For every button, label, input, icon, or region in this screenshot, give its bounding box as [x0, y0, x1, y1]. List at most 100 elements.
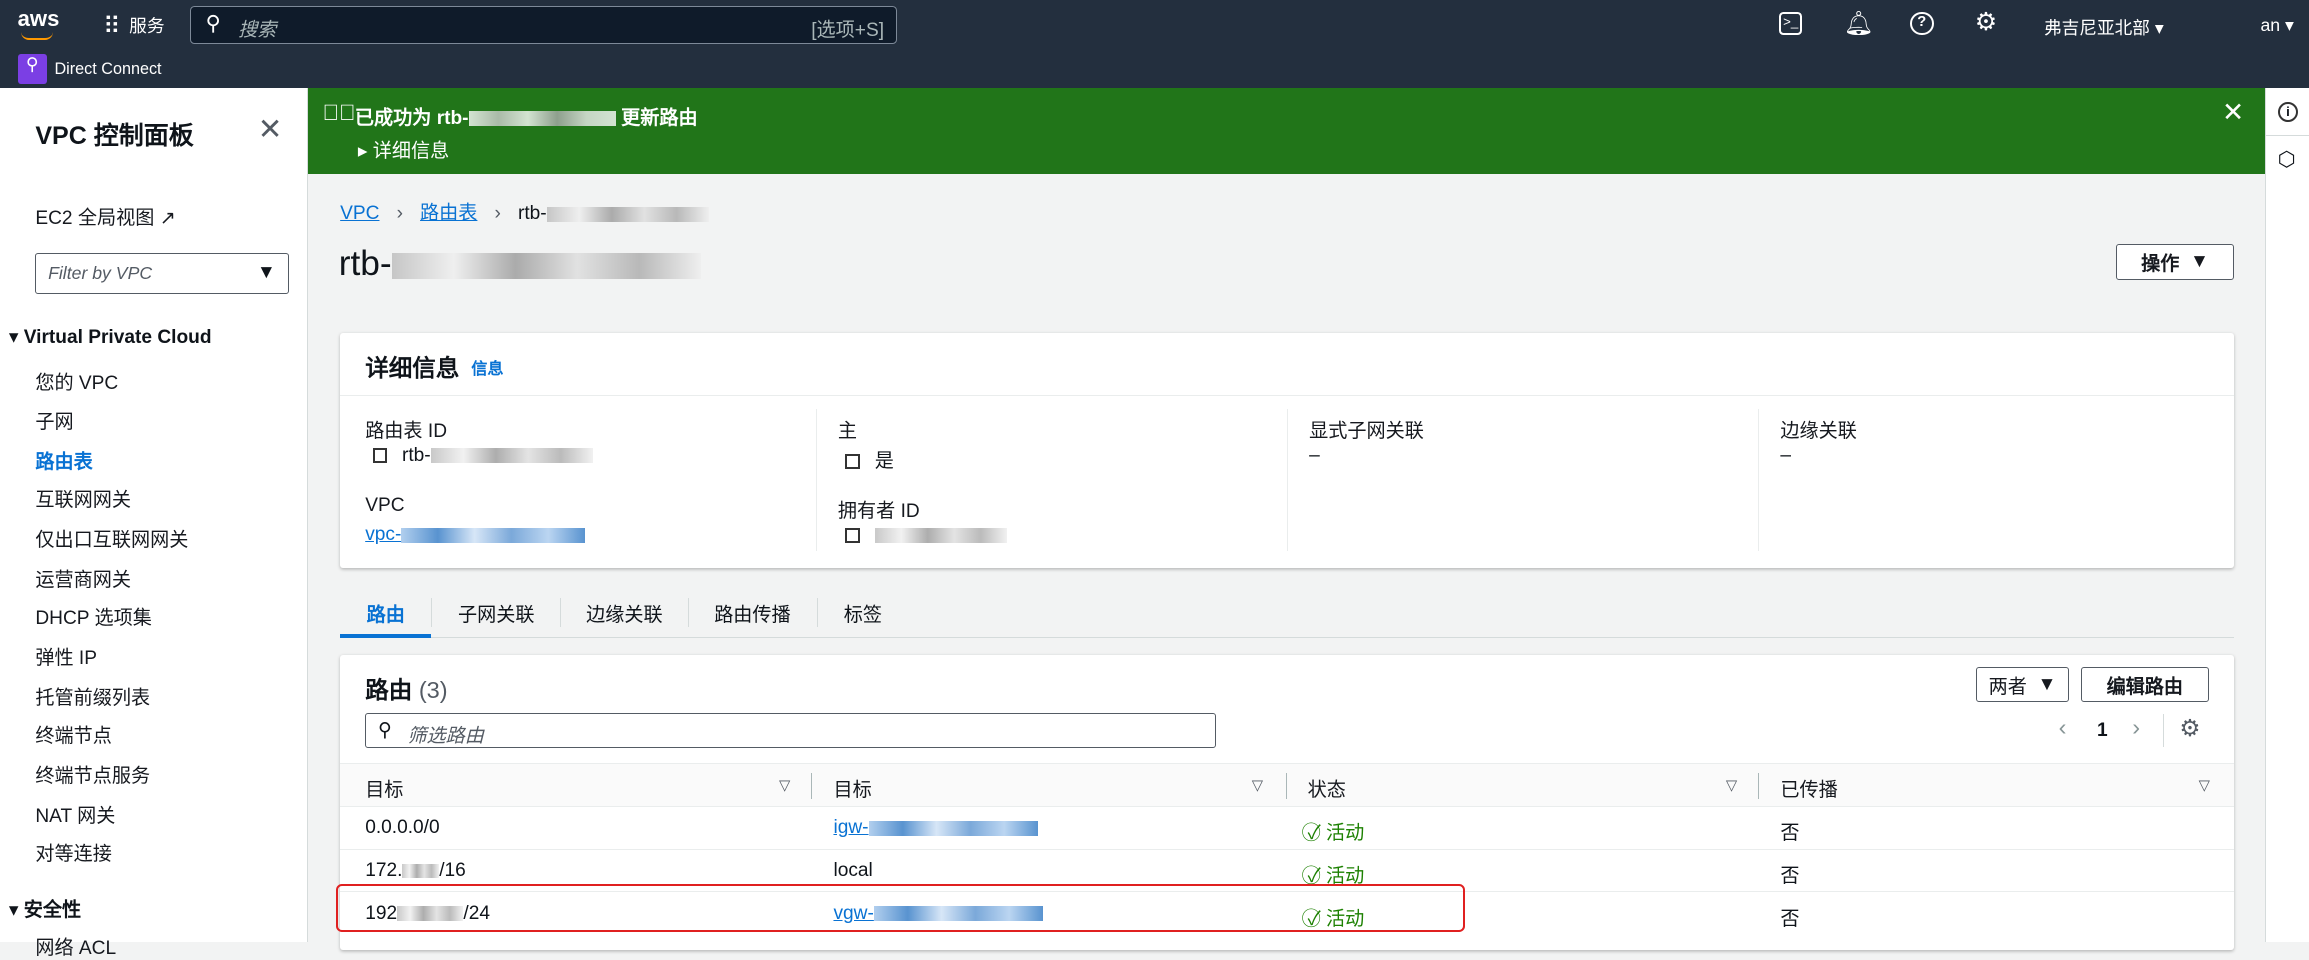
- aws-logo[interactable]: aws: [18, 6, 60, 32]
- sidebar-item[interactable]: 您的 VPC: [35, 367, 118, 395]
- owner-id-value: [845, 524, 1008, 546]
- route-destination: 0.0.0.0/0: [365, 817, 440, 839]
- sidebar-item[interactable]: 终端节点: [35, 720, 112, 748]
- sidebar-item[interactable]: DHCP 选项集: [35, 602, 152, 630]
- sidebar-item[interactable]: NAT 网关: [35, 800, 115, 828]
- close-icon[interactable]: ✕: [2222, 97, 2244, 128]
- redacted-id: [430, 448, 593, 463]
- cloudshell-icon[interactable]: >_: [1778, 11, 1803, 36]
- sidebar: VPC 控制面板 ✕ EC2 全局视图 ↗ Filter by VPC ▼ ▾ …: [0, 88, 308, 959]
- filter-routes-input[interactable]: ⚲ 筛选路由: [365, 712, 1217, 749]
- sidebar-item[interactable]: 托管前缀列表: [35, 682, 150, 710]
- breadcrumb-current: rtb-: [517, 203, 547, 225]
- column-target[interactable]: 目标: [833, 774, 871, 802]
- sidebar-item[interactable]: 仅出口互联网网关: [35, 524, 188, 552]
- direct-connect-shortcut[interactable]: Direct Connect: [54, 60, 161, 79]
- owner-id-label: 拥有者 ID: [837, 500, 920, 522]
- sidebar-item-route-tables[interactable]: 路由表: [35, 446, 92, 474]
- tab-routes[interactable]: 路由: [340, 586, 432, 638]
- main-value: 是: [845, 445, 894, 473]
- sort-icon[interactable]: ▽: [1726, 777, 1737, 794]
- sidebar-item-ec2[interactable]: EC2 全局视图 ↗: [35, 202, 175, 230]
- route-target-link[interactable]: igw-: [833, 817, 1038, 839]
- sidebar-item[interactable]: 网络 ACL: [35, 932, 116, 960]
- edit-routes-button[interactable]: 编辑路由: [2080, 667, 2209, 703]
- services-menu[interactable]: ⠿ 服务: [103, 12, 164, 40]
- info-link[interactable]: 信息: [471, 355, 503, 379]
- settings-gear-icon[interactable]: ⚙: [2179, 714, 2200, 742]
- account-menu[interactable]: an ▾: [2260, 15, 2293, 36]
- tab-tags[interactable]: 标签: [844, 599, 882, 627]
- rt-id-label: 路由表 ID: [365, 421, 448, 443]
- sidebar-item[interactable]: 终端节点服务: [35, 760, 150, 788]
- search-icon: ⚲: [377, 720, 392, 742]
- route-status: ✓⃝ 活动: [1307, 823, 1365, 845]
- vpc-label: VPC: [365, 494, 405, 516]
- copy-icon[interactable]: [845, 454, 860, 469]
- actions-button[interactable]: 操作 ▼: [2116, 244, 2234, 280]
- sidebar-title: VPC 控制面板: [35, 122, 194, 151]
- edge-assoc-label: 边缘关联: [1780, 421, 1857, 443]
- route-propagated: 否: [1780, 908, 1800, 930]
- column-status[interactable]: 状态: [1308, 774, 1346, 802]
- sidebar-item[interactable]: 运营商网关: [35, 564, 131, 592]
- external-link-icon: ↗: [159, 207, 176, 229]
- copy-icon[interactable]: [372, 448, 388, 463]
- edge-assoc-value: –: [1780, 444, 1791, 466]
- table-row: 0.0.0.0/0 igw- ✓⃝ 活动 否: [340, 807, 2234, 850]
- gear-icon[interactable]: ⚙: [1975, 7, 1997, 37]
- search-icon: ⚲: [205, 12, 221, 36]
- grid-icon: ⠿: [103, 12, 121, 39]
- info-icon[interactable]: i: [2277, 101, 2299, 123]
- route-destination: 172./16: [365, 859, 466, 881]
- copy-icon[interactable]: [845, 527, 860, 543]
- sidebar-item[interactable]: 对等连接: [35, 838, 112, 866]
- sidebar-item[interactable]: 子网: [35, 406, 73, 434]
- table-header: 目标 ▽ 目标 ▽ 状态 ▽ 已传播 ▽: [340, 762, 2234, 807]
- tab-bar: 路由 子网关联 边缘关联 路由传播 标签: [340, 586, 2234, 638]
- flash-message: 已成功为 rtb- 更新路由: [354, 107, 698, 129]
- propagation-filter-select[interactable]: 两者 ▼: [1976, 667, 2069, 703]
- redacted-id: [868, 820, 1038, 836]
- right-rail: i ⬡: [2264, 88, 2309, 943]
- routes-heading: 路由 (3): [365, 677, 448, 704]
- top-navigation: aws ⠿ 服务 ⚲ 搜索 [选项+S] >_ 🔔︎ ? ⚙ 弗吉尼亚北部 ▾ …: [0, 0, 2309, 89]
- breadcrumb-vpc[interactable]: VPC: [340, 203, 379, 224]
- sort-icon[interactable]: ▽: [2199, 777, 2210, 794]
- route-propagated: 否: [1780, 823, 1800, 845]
- tab-edge-associations[interactable]: 边缘关联: [586, 599, 663, 627]
- sort-icon[interactable]: ▽: [779, 777, 790, 794]
- flash-details-toggle[interactable]: ▸ 详细信息: [358, 135, 449, 163]
- breadcrumb-route-tables[interactable]: 路由表: [420, 203, 477, 224]
- sidebar-section-security[interactable]: ▾ 安全性: [9, 894, 81, 922]
- page-number[interactable]: 1: [2097, 720, 2108, 742]
- success-check-icon: ✓⃝: [1307, 823, 1321, 845]
- tab-subnet-associations[interactable]: 子网关联: [458, 599, 535, 627]
- sidebar-item[interactable]: 互联网网关: [35, 484, 131, 512]
- main-label: 主: [837, 421, 858, 443]
- next-page-icon[interactable]: ›: [2132, 714, 2140, 741]
- region-selector[interactable]: 弗吉尼亚北部 ▾: [2044, 15, 2164, 40]
- bell-icon[interactable]: 🔔︎: [1844, 9, 1874, 37]
- tab-route-propagation[interactable]: 路由传播: [714, 599, 791, 627]
- highlight-annotation: [335, 883, 1466, 933]
- chevron-right-icon: ›: [396, 203, 403, 225]
- details-heading: 详细信息: [365, 354, 460, 381]
- sort-icon[interactable]: ▽: [1252, 777, 1263, 794]
- hexagon-icon[interactable]: ⬡: [2278, 147, 2296, 172]
- column-propagated[interactable]: 已传播: [1780, 774, 1837, 802]
- details-panel: 详细信息 信息 路由表 ID rtb- VPC vpc- 主 是 拥有者 ID …: [340, 332, 2234, 569]
- route-target: local: [833, 859, 873, 881]
- vpc-filter-select[interactable]: Filter by VPC ▼: [35, 253, 289, 295]
- aws-smile-icon: [20, 32, 53, 40]
- sidebar-section-vpc[interactable]: ▾ Virtual Private Cloud: [9, 325, 212, 349]
- explicit-assoc-label: 显式子网关联: [1309, 421, 1424, 443]
- search-input[interactable]: ⚲ 搜索 [选项+S]: [189, 5, 897, 45]
- column-destination[interactable]: 目标: [365, 774, 403, 802]
- previous-page-icon[interactable]: ‹: [2059, 714, 2067, 741]
- sidebar-item[interactable]: 弹性 IP: [35, 642, 97, 670]
- help-icon[interactable]: ?: [1909, 11, 1934, 36]
- rt-id-value: rtb-: [372, 445, 593, 467]
- close-icon[interactable]: ✕: [258, 112, 283, 147]
- vpc-link[interactable]: vpc-: [365, 524, 586, 546]
